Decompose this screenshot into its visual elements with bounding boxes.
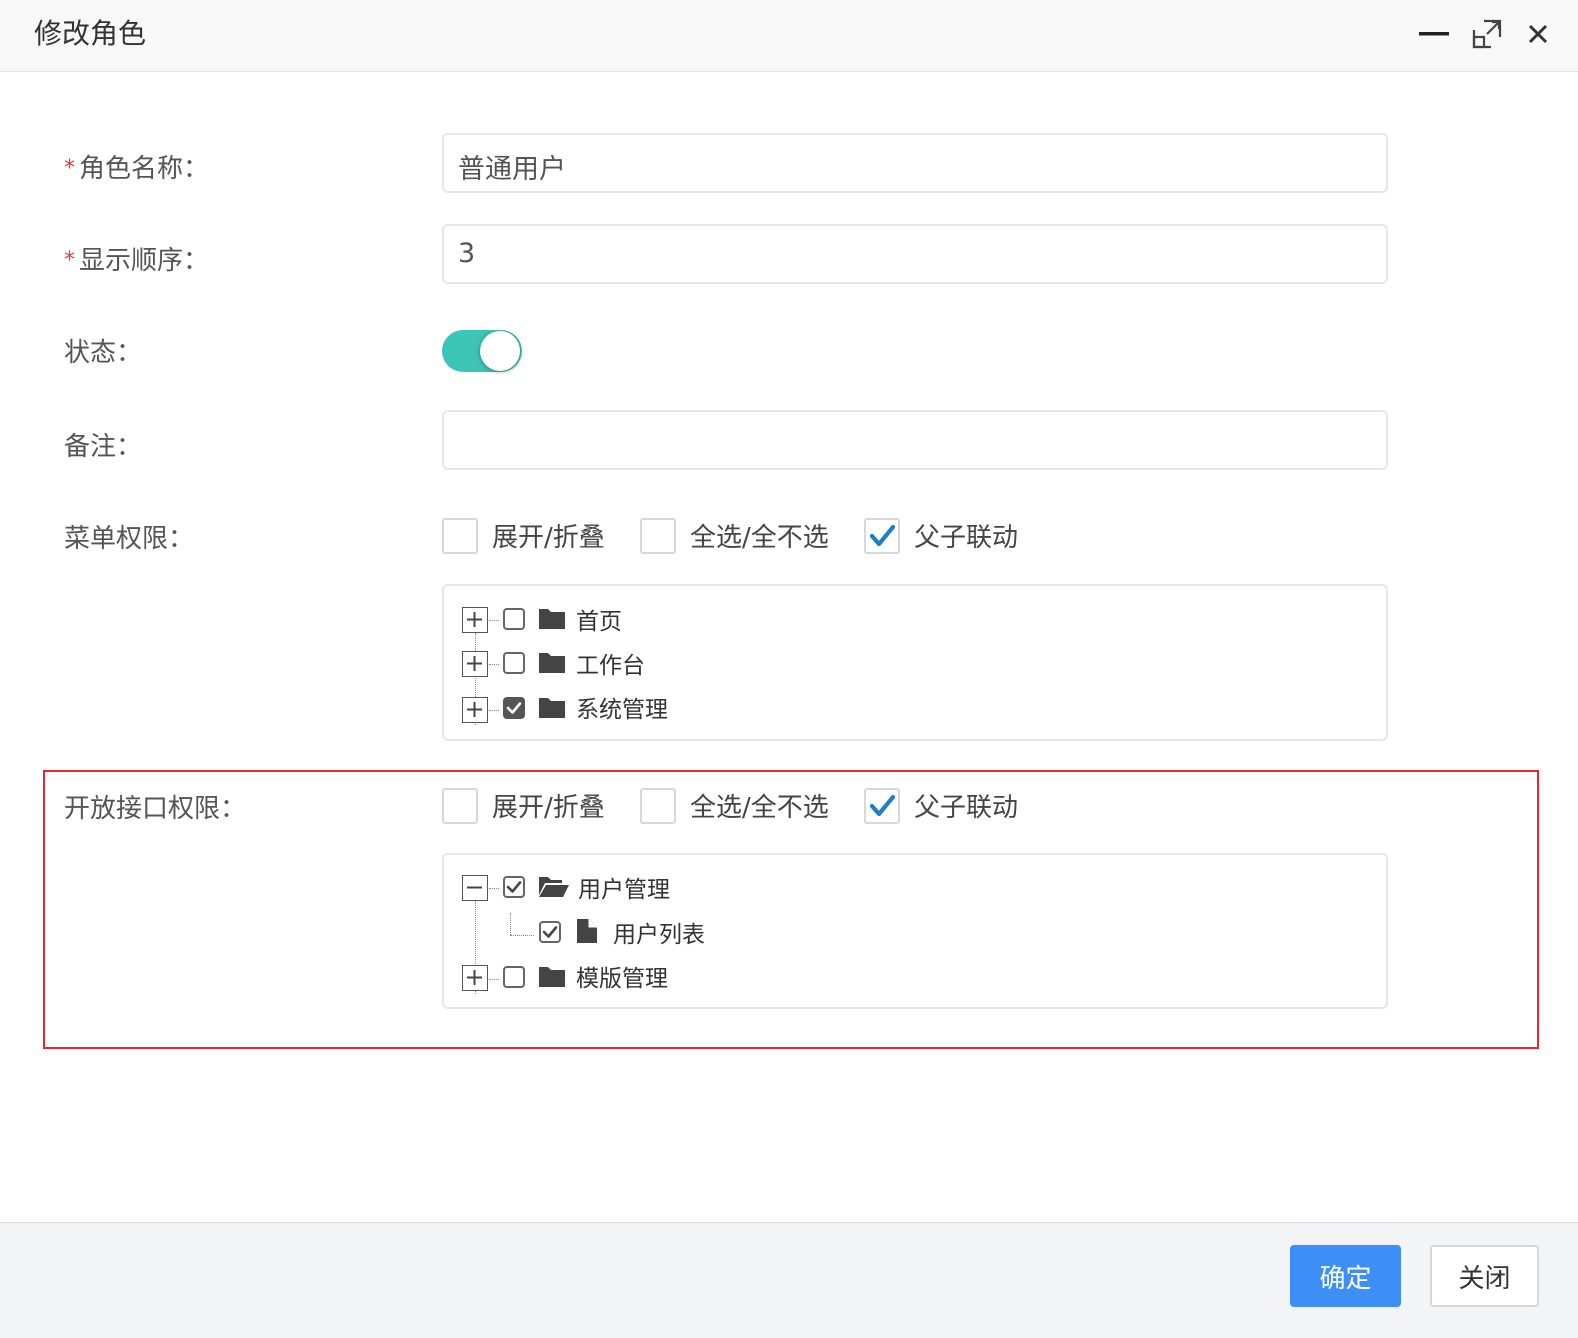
tree-node-label[interactable]: 用户列表 bbox=[613, 915, 705, 949]
role-name-input[interactable]: 普通用户 bbox=[442, 133, 1388, 193]
option-label: 展开/折叠 bbox=[492, 793, 605, 823]
folder-icon bbox=[539, 967, 565, 987]
expand-plus-icon[interactable] bbox=[462, 651, 488, 677]
check-icon bbox=[506, 702, 522, 714]
file-icon bbox=[577, 919, 597, 943]
tree-checkbox[interactable] bbox=[503, 966, 525, 988]
tree-node-label[interactable]: 系统管理 bbox=[576, 690, 668, 724]
sort-order-label: * 显示顺序： bbox=[64, 240, 209, 277]
collapse-minus-icon[interactable] bbox=[462, 875, 488, 901]
tree-node-label[interactable]: 模版管理 bbox=[576, 959, 668, 993]
required-mark: * bbox=[64, 248, 75, 273]
status-toggle[interactable] bbox=[442, 330, 522, 372]
option-label: 全选/全不选 bbox=[690, 523, 829, 553]
remark-input[interactable] bbox=[442, 410, 1388, 470]
tree-connector bbox=[489, 710, 499, 711]
edit-role-dialog: 修改角色 * 角色名称： 普通用户 * 显示顺序： 3 状态： 备注： 菜单权限： … bbox=[0, 0, 1578, 1338]
tree-checkbox-checked[interactable] bbox=[503, 697, 525, 719]
folder-icon bbox=[539, 653, 565, 673]
minimize-icon[interactable] bbox=[1416, 16, 1452, 52]
tree-connector bbox=[489, 664, 499, 665]
check-icon bbox=[869, 794, 896, 816]
menu-cascade-option[interactable]: 父子联动 bbox=[864, 517, 1018, 554]
api-expand-collapse-option[interactable]: 展开/折叠 bbox=[442, 787, 605, 824]
tree-checkbox[interactable] bbox=[503, 652, 525, 674]
check-icon bbox=[506, 881, 522, 893]
confirm-button[interactable]: 确定 bbox=[1290, 1245, 1401, 1307]
api-tree: 用户管理 用户列表 模版管理 bbox=[442, 853, 1388, 1009]
tree-node-label[interactable]: 用户管理 bbox=[578, 870, 670, 904]
tree-node-label[interactable]: 首页 bbox=[576, 602, 622, 636]
option-label: 父子联动 bbox=[914, 793, 1019, 823]
close-icon[interactable] bbox=[1520, 16, 1556, 52]
tree-connector bbox=[489, 888, 499, 889]
toggle-knob bbox=[480, 331, 520, 371]
sort-order-label-text: 显示顺序： bbox=[79, 246, 210, 276]
folder-open-icon bbox=[539, 877, 569, 897]
sort-order-input[interactable]: 3 bbox=[442, 224, 1388, 284]
tree-checkbox-checked[interactable] bbox=[503, 876, 525, 898]
api-select-all-option[interactable]: 全选/全不选 bbox=[640, 787, 829, 824]
menu-perms-label: 菜单权限： bbox=[64, 524, 195, 554]
expand-plus-icon[interactable] bbox=[462, 607, 488, 633]
dialog-footer: 确定 关闭 bbox=[0, 1222, 1578, 1338]
folder-icon bbox=[539, 609, 565, 629]
menu-expand-collapse-option[interactable]: 展开/折叠 bbox=[442, 517, 605, 554]
tree-connector bbox=[489, 620, 499, 621]
menu-tree: 首页 工作台 系统管理 bbox=[442, 584, 1388, 741]
expand-plus-icon[interactable] bbox=[462, 697, 488, 723]
role-name-label: * 角色名称： bbox=[64, 148, 209, 185]
role-name-label-text: 角色名称： bbox=[79, 154, 210, 184]
expand-plus-icon[interactable] bbox=[462, 965, 488, 991]
tree-node-label[interactable]: 工作台 bbox=[576, 646, 645, 680]
tree-checkbox[interactable] bbox=[503, 608, 525, 630]
option-label: 展开/折叠 bbox=[492, 523, 605, 553]
maximize-icon[interactable] bbox=[1469, 16, 1505, 52]
folder-icon bbox=[539, 698, 565, 718]
tree-connector bbox=[489, 979, 499, 980]
checkbox[interactable] bbox=[442, 787, 478, 824]
remark-label: 备注： bbox=[64, 432, 143, 462]
option-label: 全选/全不选 bbox=[690, 793, 829, 823]
api-perms-label: 开放接口权限： bbox=[64, 794, 247, 824]
dialog-title: 修改角色 bbox=[34, 17, 147, 50]
checkbox-checked[interactable] bbox=[864, 787, 900, 824]
menu-select-all-option[interactable]: 全选/全不选 bbox=[640, 517, 829, 554]
check-icon bbox=[542, 926, 558, 938]
checkbox-checked[interactable] bbox=[864, 517, 900, 554]
option-label: 父子联动 bbox=[914, 523, 1019, 553]
close-button[interactable]: 关闭 bbox=[1430, 1245, 1539, 1307]
api-cascade-option[interactable]: 父子联动 bbox=[864, 787, 1018, 824]
checkbox[interactable] bbox=[640, 517, 676, 554]
tree-connector bbox=[510, 935, 534, 936]
dialog-titlebar: 修改角色 bbox=[0, 0, 1578, 72]
tree-connector bbox=[510, 913, 511, 935]
status-label: 状态： bbox=[64, 338, 143, 368]
checkbox[interactable] bbox=[640, 787, 676, 824]
check-icon bbox=[869, 524, 896, 546]
checkbox[interactable] bbox=[442, 517, 478, 554]
tree-checkbox-checked[interactable] bbox=[539, 921, 561, 943]
required-mark: * bbox=[64, 156, 75, 181]
